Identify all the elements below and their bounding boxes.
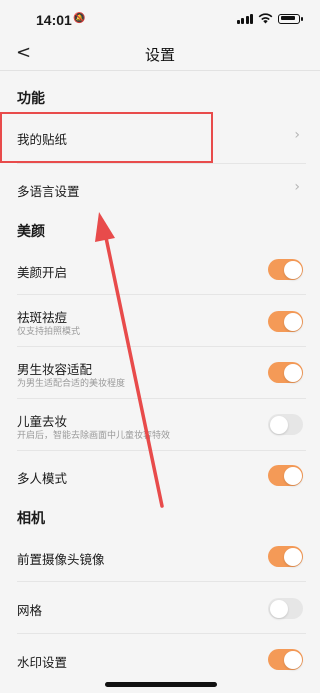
home-indicator xyxy=(105,682,217,687)
annotation-arrow-icon xyxy=(95,212,164,508)
